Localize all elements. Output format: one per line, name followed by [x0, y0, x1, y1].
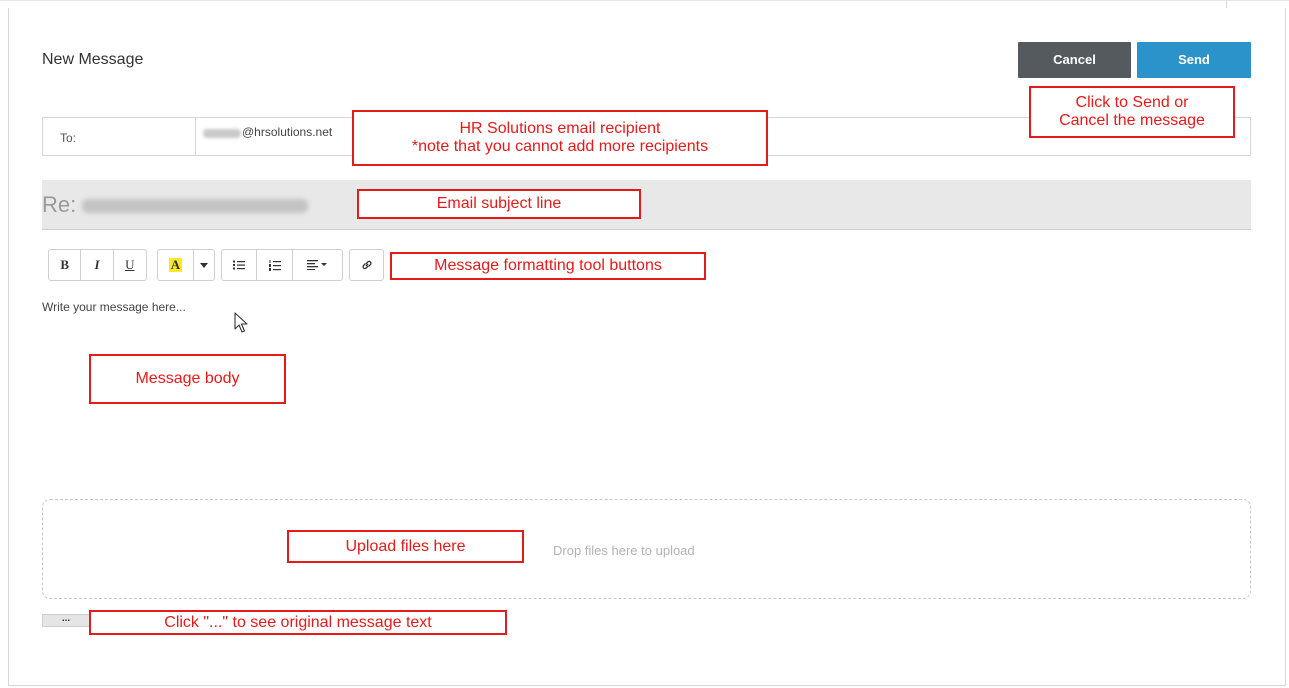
bold-button[interactable]: B	[49, 250, 82, 280]
annotation-send-cancel-line1: Click to Send or	[1075, 94, 1189, 111]
page-title: New Message	[42, 51, 144, 68]
highlight-icon: A	[168, 257, 183, 272]
annotation-recipient-line2: *note that you cannot add more recipient…	[411, 138, 709, 155]
numbered-list-icon	[268, 259, 281, 271]
annotation-upload: Upload files here	[287, 530, 524, 563]
subject-redacted	[82, 199, 308, 213]
link-button[interactable]	[350, 250, 383, 280]
bullet-list-icon	[233, 260, 246, 270]
annotation-recipient: HR Solutions email recipient *note that …	[352, 110, 768, 166]
subject-field[interactable]: Re:	[42, 180, 1251, 230]
annotation-original-text: Click "..." to see original message text	[89, 610, 507, 635]
dropzone-label: Drop files here to upload	[553, 543, 695, 558]
to-label: To:	[60, 131, 77, 145]
highlight-dropdown-button[interactable]	[194, 250, 214, 280]
numbered-list-button[interactable]	[257, 250, 293, 280]
text-style-group: B I U	[48, 249, 147, 281]
highlight-button[interactable]: A	[158, 250, 194, 280]
to-divider	[195, 118, 196, 155]
italic-button[interactable]: I	[81, 250, 114, 280]
cancel-button[interactable]: Cancel	[1018, 42, 1131, 78]
bullet-list-button[interactable]	[222, 250, 258, 280]
annotation-send-cancel-line2: Cancel the message	[1059, 112, 1205, 129]
recipient-redacted	[203, 129, 241, 138]
annotation-recipient-line1: HR Solutions email recipient	[459, 120, 661, 137]
annotation-formatting: Message formatting tool buttons	[390, 252, 706, 280]
top-border-tick	[1226, 0, 1227, 8]
show-original-button[interactable]: ...	[42, 614, 90, 627]
align-dropdown-button[interactable]	[293, 250, 342, 280]
send-button[interactable]: Send	[1137, 42, 1251, 78]
message-body[interactable]: Write your message here...	[42, 300, 186, 314]
recipient-domain: @hrsolutions.net	[242, 125, 333, 139]
annotation-body: Message body	[89, 354, 286, 404]
caret-down-icon	[200, 262, 208, 268]
subject-prefix: Re:	[42, 192, 77, 217]
annotation-subject: Email subject line	[357, 189, 641, 219]
underline-button[interactable]: U	[114, 250, 146, 280]
align-left-icon	[307, 260, 328, 270]
mouse-cursor-icon	[234, 312, 248, 333]
link-group	[349, 249, 384, 281]
paragraph-group	[221, 249, 343, 281]
top-border	[0, 0, 1289, 1]
highlight-group: A	[157, 249, 215, 281]
annotation-send-cancel: Click to Send or Cancel the message	[1029, 86, 1235, 138]
link-icon	[361, 260, 372, 270]
